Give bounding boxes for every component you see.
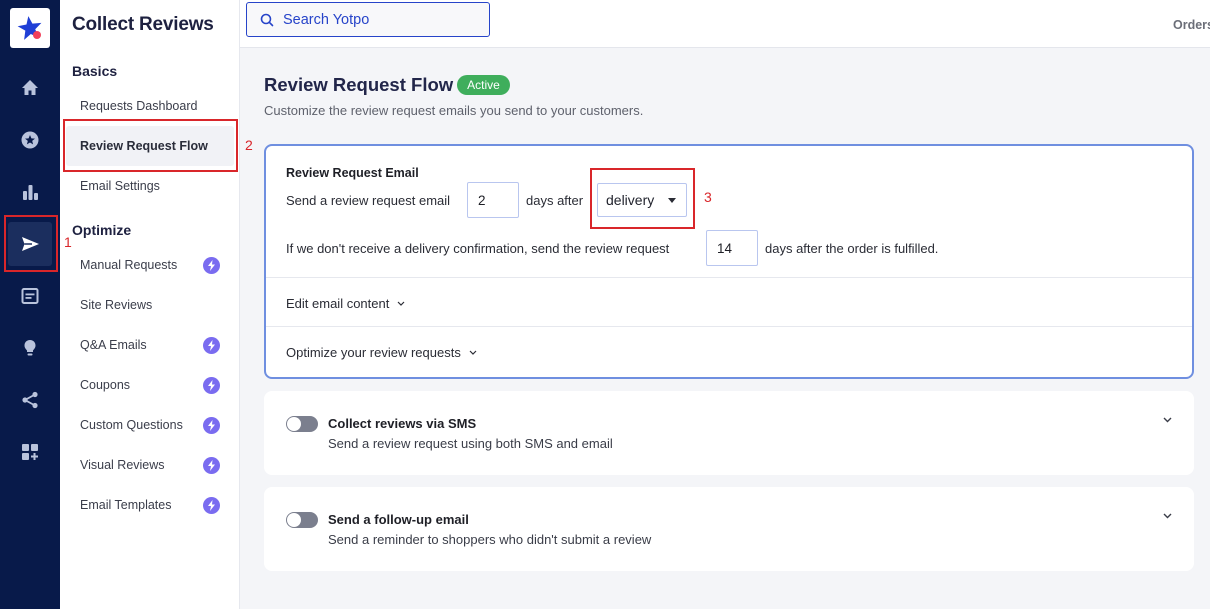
section-title-basics: Basics (72, 63, 118, 79)
sidebar-item-custom-questions[interactable]: Custom Questions (66, 405, 234, 445)
rail-insights[interactable] (8, 326, 52, 370)
sidebar-item-coupons[interactable]: Coupons (66, 365, 234, 405)
sidebar-item-email-templates[interactable]: Email Templates (66, 485, 234, 525)
sms-description: Send a review request using both SMS and… (328, 436, 613, 451)
sms-title: Collect reviews via SMS (328, 416, 477, 431)
chevron-down-icon[interactable] (1163, 513, 1172, 519)
annotation-label-2: 2 (245, 137, 253, 153)
sidebar-item-qa-emails[interactable]: Q&A Emails (66, 325, 234, 365)
sidebar-item-label: Site Reviews (80, 298, 153, 312)
follow-up-description: Send a reminder to shoppers who didn't s… (328, 532, 652, 547)
trigger-event-value: delivery (606, 192, 655, 208)
days-after-input[interactable] (467, 182, 519, 218)
add-apps-icon (22, 444, 38, 460)
page-title: Review Request Flow Active (264, 74, 510, 96)
sidebar-item-visual-reviews[interactable]: Visual Reviews (66, 445, 234, 485)
yotpo-logo[interactable] (10, 8, 50, 48)
lightning-bolt-icon (203, 416, 220, 434)
sidebar-title: Collect Reviews (72, 14, 214, 35)
rail-reviews[interactable] (8, 118, 52, 162)
rail-analytics[interactable] (8, 170, 52, 214)
rail-home[interactable] (8, 66, 52, 110)
card-heading: Review Request Email (286, 166, 419, 180)
annotation-label-1: 1 (64, 234, 72, 250)
rail-social[interactable] (8, 378, 52, 422)
send-email-label: Send a review request email (286, 193, 451, 208)
lightning-bolt-icon (203, 376, 220, 394)
fallback-days-input[interactable] (706, 230, 758, 266)
sidebar-item-label: Visual Reviews (80, 458, 165, 472)
fallback-label: If we don't receive a delivery confirmat… (286, 241, 670, 256)
caret-down-icon (668, 198, 676, 203)
sidebar-item-manual-requests[interactable]: Manual Requests (66, 245, 234, 285)
orders-link[interactable]: Orders (1173, 18, 1210, 32)
trigger-event-select[interactable]: delivery (597, 183, 687, 217)
rail-integrations[interactable] (8, 430, 52, 474)
sidebar-item-site-reviews[interactable]: Site Reviews (66, 285, 234, 325)
lightning-bolt-icon (203, 456, 220, 474)
optimize-requests-toggle[interactable]: Optimize your review requests (286, 345, 477, 360)
page-title-text: Review Request Flow (264, 74, 454, 95)
section-title-optimize: Optimize (72, 222, 132, 238)
send-icon (22, 237, 39, 251)
expander-label: Optimize your review requests (286, 345, 461, 360)
follow-up-title: Send a follow-up email (328, 512, 469, 527)
sidebar-item-label: Custom Questions (80, 418, 183, 432)
sidebar-item-label: Review Request Flow (80, 139, 208, 153)
star-badge-icon (21, 131, 39, 149)
home-icon (22, 80, 38, 95)
search-placeholder: Search Yotpo (283, 11, 370, 28)
sidebar-item-email-settings[interactable]: Email Settings (66, 166, 234, 206)
fallback-suffix-label: days after the order is fulfilled. (765, 241, 939, 256)
lightning-bolt-icon (203, 336, 220, 354)
sidebar-item-requests-dashboard[interactable]: Requests Dashboard (66, 86, 234, 126)
rail-onsite[interactable] (8, 274, 52, 318)
toggle-knob (287, 513, 301, 527)
days-after-label: days after (526, 193, 584, 208)
edit-email-content-toggle[interactable]: Edit email content (286, 296, 405, 311)
follow-up-card: Send a follow-up email Send a reminder t… (264, 487, 1194, 571)
search-input[interactable]: Search Yotpo (246, 2, 490, 37)
chevron-down-icon (397, 301, 405, 306)
follow-up-toggle[interactable] (286, 512, 318, 528)
chevron-down-icon (469, 350, 477, 355)
sidebar-item-label: Email Settings (80, 179, 160, 193)
annotation-label-3: 3 (704, 189, 712, 205)
collect-reviews-sidebar: Collect Reviews Basics Requests Dashboar… (60, 0, 240, 609)
yotpo-star-icon (17, 16, 42, 40)
share-icon (22, 391, 38, 409)
top-bar: Search Yotpo Orders (240, 0, 1210, 48)
toggle-knob (287, 417, 301, 431)
sidebar-item-label: Manual Requests (80, 258, 178, 272)
rail-collect-reviews[interactable] (8, 222, 52, 266)
divider (266, 277, 1192, 278)
expander-label: Edit email content (286, 296, 390, 311)
search-icon (260, 13, 274, 26)
sidebar-item-label: Requests Dashboard (80, 99, 198, 113)
page-icon (21, 288, 39, 304)
divider (266, 326, 1192, 327)
sidebar-item-label: Email Templates (80, 498, 172, 512)
review-request-email-card: Review Request Email Send a review reque… (264, 144, 1194, 379)
sidebar-item-review-request-flow[interactable]: Review Request Flow (66, 126, 234, 166)
sms-toggle[interactable] (286, 416, 318, 432)
sidebar-item-label: Coupons (80, 378, 131, 392)
page-subtitle: Customize the review request emails you … (264, 103, 644, 118)
icon-rail (0, 0, 60, 609)
lightning-bolt-icon (203, 496, 220, 514)
sms-card: Collect reviews via SMS Send a review re… (264, 391, 1194, 475)
bar-chart-icon (23, 185, 38, 200)
status-badge: Active (457, 75, 510, 95)
sidebar-item-label: Q&A Emails (80, 338, 147, 352)
lightning-bolt-icon (203, 256, 220, 274)
lightbulb-icon (24, 340, 36, 356)
app-root: Collect Reviews Basics Requests Dashboar… (0, 0, 1210, 609)
chevron-down-icon[interactable] (1163, 417, 1172, 423)
